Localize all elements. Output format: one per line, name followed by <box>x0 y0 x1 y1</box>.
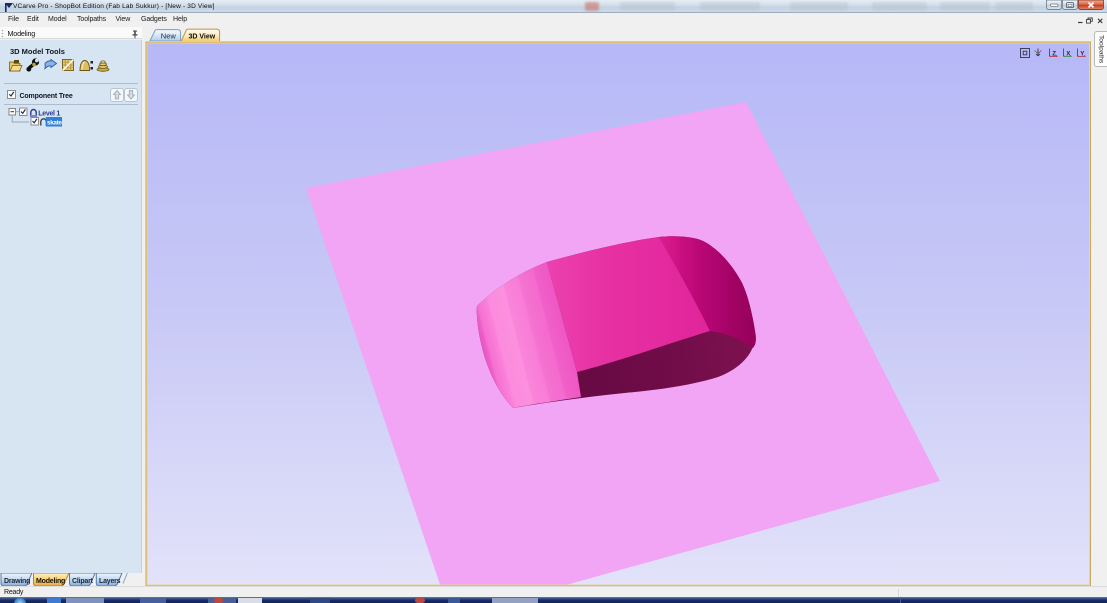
svg-text:Clipart: Clipart <box>72 578 94 585</box>
svg-text:Drawing: Drawing <box>4 578 30 585</box>
svg-text:New: New <box>161 31 177 40</box>
svg-text:Level 1: Level 1 <box>38 111 60 118</box>
svg-text:skate: skate <box>47 119 62 126</box>
svg-text:3D View: 3D View <box>189 33 216 40</box>
svg-text:Layers: Layers <box>99 578 121 585</box>
svg-text:Modeling: Modeling <box>36 578 65 585</box>
svg-text:Component Tree: Component Tree <box>20 93 73 100</box>
